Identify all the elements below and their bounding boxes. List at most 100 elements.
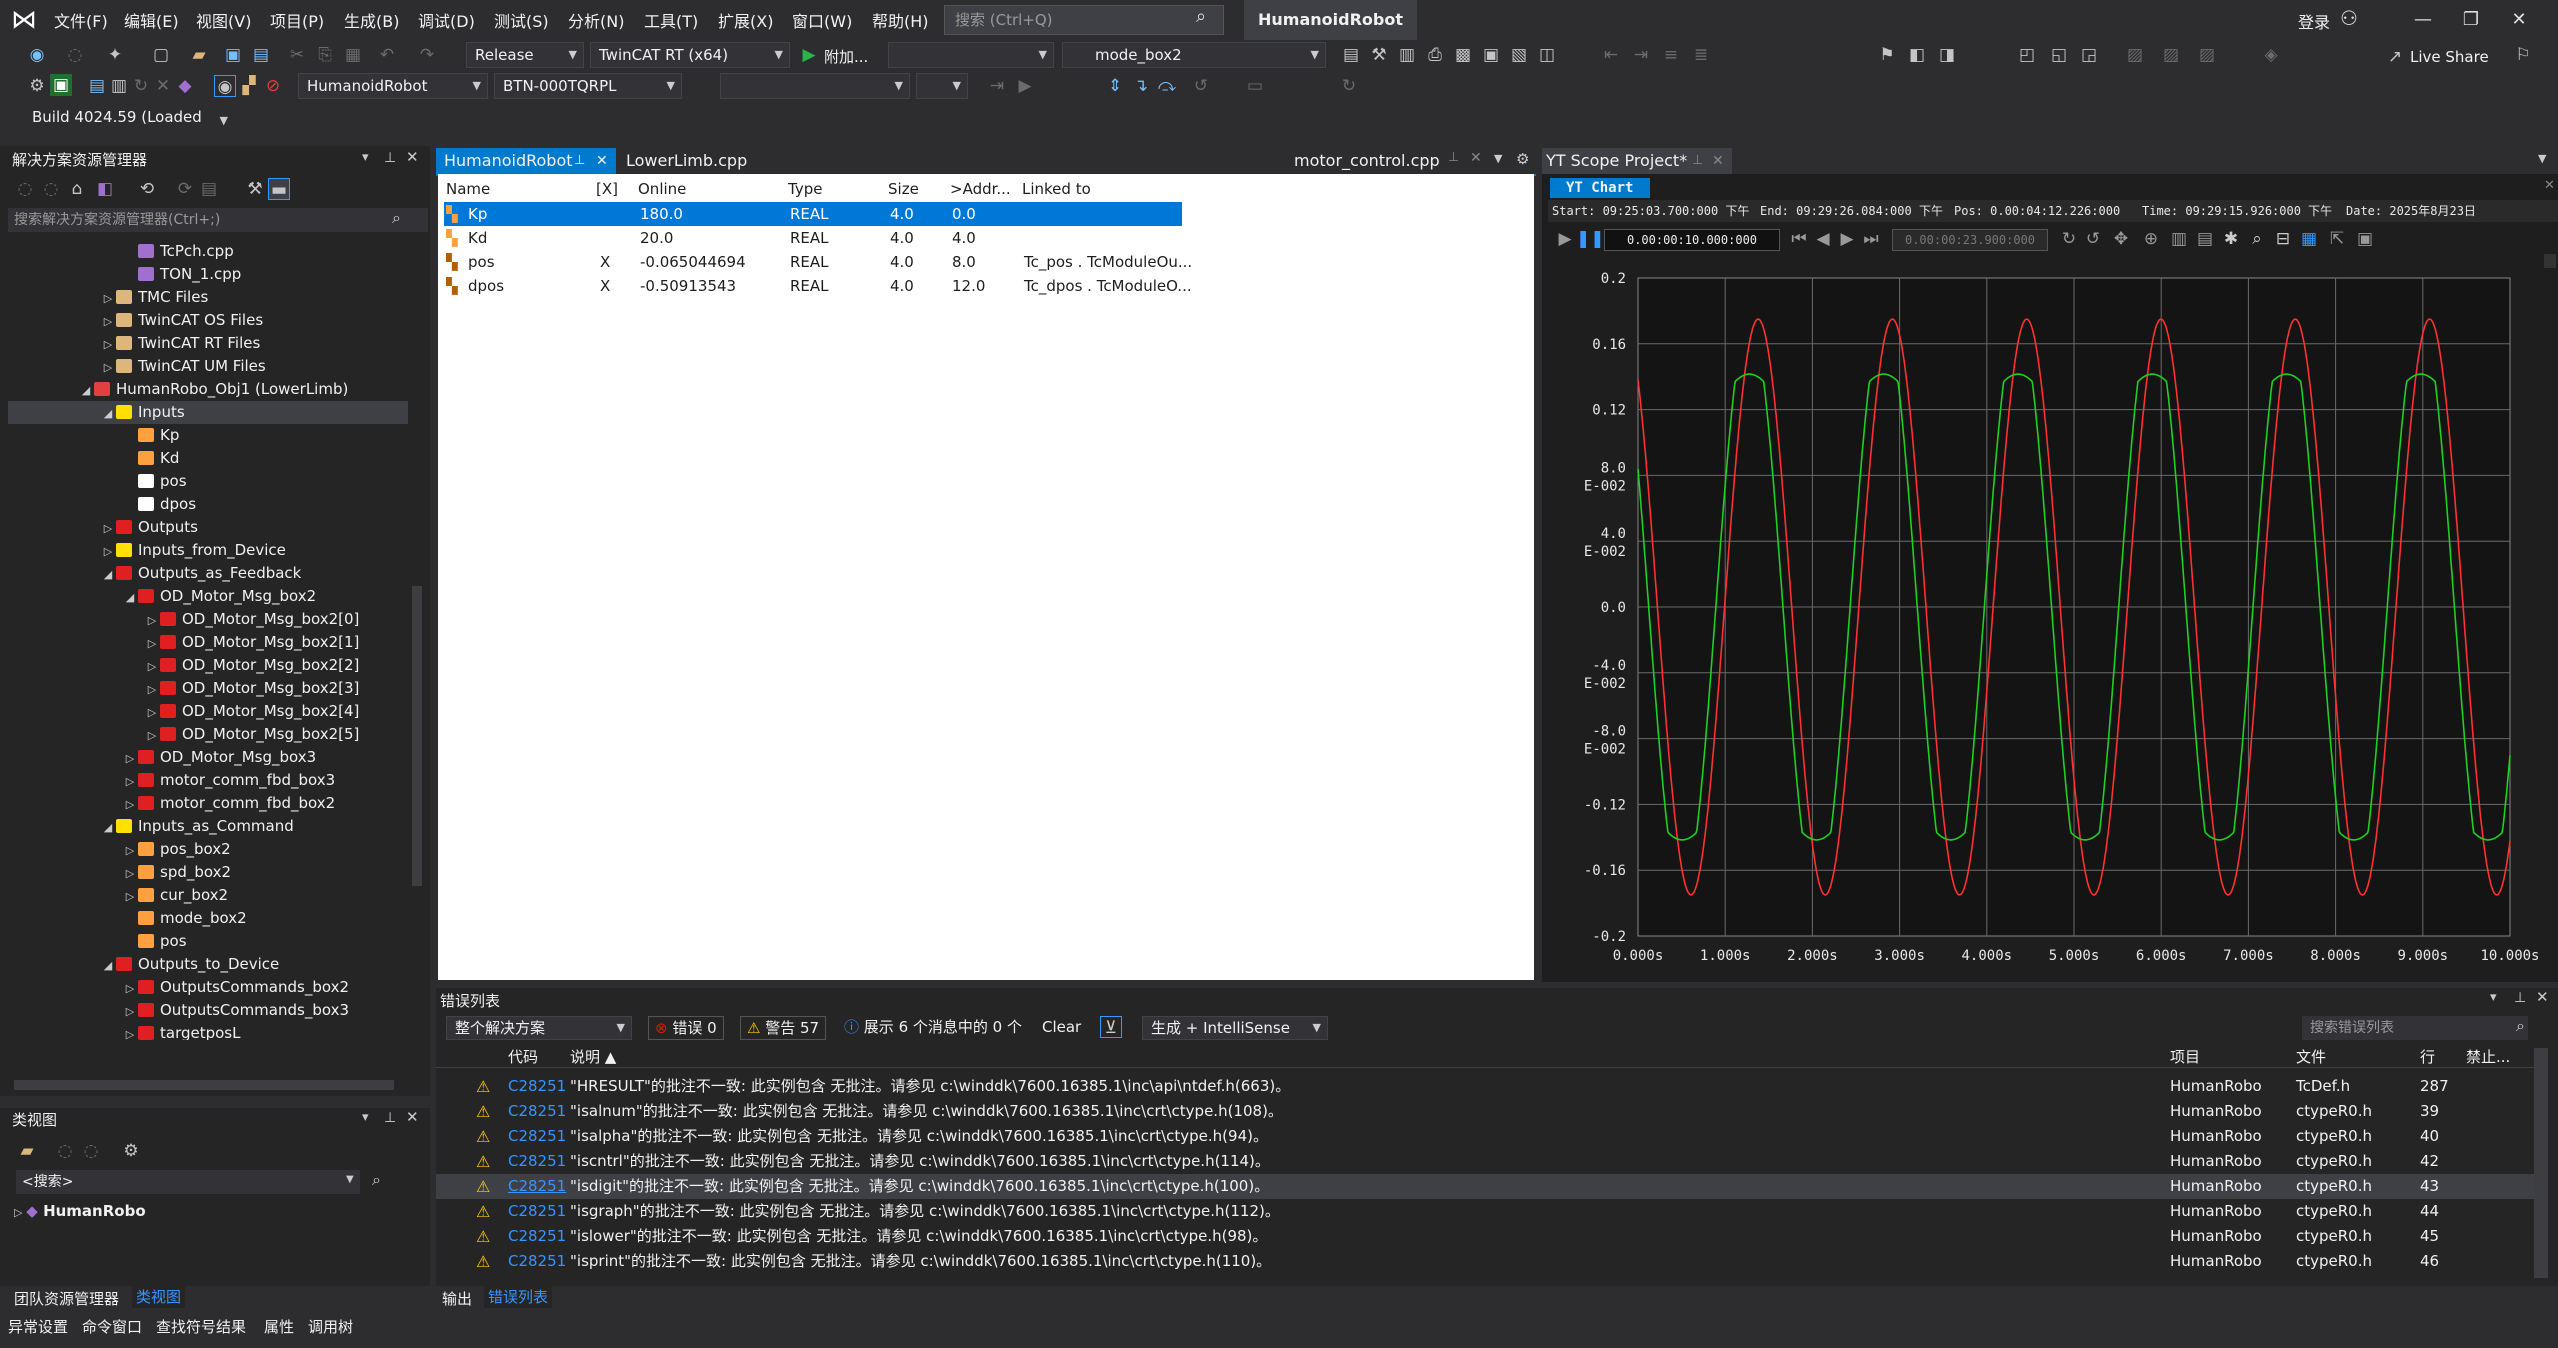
search-input[interactable]: 搜索 (Ctrl+Q) xyxy=(944,5,1224,35)
col-type-header[interactable]: Type xyxy=(788,180,822,198)
expand-icon[interactable]: ▷ xyxy=(100,310,116,333)
expand-icon[interactable]: ◢ xyxy=(122,586,138,609)
error-row[interactable]: ⚠ C28251 "iscntrl"的批注不一致: 此实例包含 无批注。请参见 c:… xyxy=(436,1149,2540,1174)
expand-icon[interactable]: ▷ xyxy=(144,678,160,701)
expand-icon[interactable]: ◢ xyxy=(100,816,116,839)
tree-item[interactable]: ▷ OD_Motor_Msg_box2[4] xyxy=(8,700,408,723)
class-root-item[interactable]: ▷ ◆ HumanRobo xyxy=(14,1202,146,1220)
scope-prev-icon[interactable]: ◀ xyxy=(1812,228,1834,250)
tab-yt-scope[interactable]: YT Scope Project* ⊥ ✕ xyxy=(1542,148,1732,174)
tab-humanoidrobot[interactable]: HumanoidRobot ⊥ ✕ xyxy=(436,148,616,174)
col-addr-header[interactable]: >Addr... xyxy=(950,180,1011,198)
config-icon[interactable]: ▣ xyxy=(1480,44,1502,66)
expand-icon[interactable]: ▷ xyxy=(122,1000,138,1023)
choose-target-icon[interactable]: ▥ xyxy=(108,75,130,97)
copy-icon[interactable]: ⎘ xyxy=(314,44,336,66)
view-icon[interactable]: ◫ xyxy=(1536,44,1558,66)
tree-item[interactable]: ▷ OD_Motor_Msg_box2[3] xyxy=(8,677,408,700)
error-scope-combo[interactable]: 整个解决方案 ▼ xyxy=(446,1016,632,1040)
expand-icon[interactable]: ▷ xyxy=(122,839,138,862)
collapse-all-icon[interactable]: ▤ xyxy=(198,178,220,200)
error-row[interactable]: ⚠ C28251 "isprint"的批注不一致: 此实例包含 无批注。请参见 c:… xyxy=(436,1249,2540,1274)
tree-item[interactable]: dpos xyxy=(8,493,408,516)
col-size-header[interactable]: Size xyxy=(888,180,919,198)
menu-item[interactable]: 窗口(W) xyxy=(792,8,852,32)
tree-item[interactable]: ▷ pos_box2 xyxy=(8,838,408,861)
error-search-input[interactable]: 搜索错误列表 xyxy=(2302,1016,2528,1040)
start-icon[interactable]: ▶ xyxy=(798,44,820,66)
prev-bookmark-icon[interactable]: ◧ xyxy=(1906,44,1928,66)
expand-icon[interactable]: ◢ xyxy=(100,954,116,977)
col-line[interactable]: 行 xyxy=(2420,1046,2435,1068)
tree-item[interactable]: ▷ spd_box2 xyxy=(8,861,408,884)
target-icon[interactable]: ▩ xyxy=(1452,44,1474,66)
build-combo[interactable]: Build 4024.59 (Loaded ▼ xyxy=(24,105,228,131)
menu-item[interactable]: 分析(N) xyxy=(568,8,624,32)
menu-item[interactable]: 编辑(E) xyxy=(124,8,179,32)
tree-item[interactable]: ◢ OD_Motor_Msg_box2 xyxy=(8,585,408,608)
expand-icon[interactable]: ▷ xyxy=(144,609,160,632)
misc-icon[interactable]: ◈ xyxy=(2260,44,2282,66)
save-icon[interactable]: ▣ xyxy=(222,44,244,66)
tree-item[interactable]: ▷ cur_box2 xyxy=(8,884,408,907)
wrench-icon[interactable]: ⚒ xyxy=(1368,44,1390,66)
login-link[interactable]: 登录 xyxy=(2298,9,2330,33)
class-close-icon[interactable]: ✕ xyxy=(406,1108,419,1126)
scope-align-icon[interactable]: ▥ xyxy=(2168,228,2190,250)
tree-item[interactable]: ▷ TMC Files xyxy=(8,286,408,309)
tree-item[interactable]: ◢ Outputs_to_Device xyxy=(8,953,408,976)
tree-item[interactable]: ▷ OD_Motor_Msg_box2[1] xyxy=(8,631,408,654)
exception-settings-tab[interactable]: 异常设置 xyxy=(8,1316,68,1337)
tree-item[interactable]: TcPch.cpp xyxy=(8,240,408,263)
yt-chart-tab[interactable]: YT Chart xyxy=(1550,178,1650,198)
variable-row[interactable]: ▚ pos X -0.065044694 REAL 4.0 8.0 Tc_pos . TcMo… xyxy=(444,250,1640,274)
scope-pan-icon[interactable]: ✥ xyxy=(2110,228,2132,250)
col-linked-header[interactable]: Linked to xyxy=(1022,180,1091,198)
build-source-combo[interactable]: 生成 + IntelliSense ▼ xyxy=(1142,1016,1328,1040)
expand-icon[interactable]: ▷ xyxy=(122,885,138,908)
comment-icon[interactable]: ≡ xyxy=(1660,44,1682,66)
expand-icon[interactable]: ◢ xyxy=(78,379,94,402)
tree-item[interactable]: ◢ Inputs_as_Command xyxy=(8,815,408,838)
col-desc[interactable]: 说明 ▲ xyxy=(570,1046,616,1068)
tree-item[interactable]: Kp xyxy=(8,424,408,447)
tree-item[interactable]: ▷ TwinCAT OS Files xyxy=(8,309,408,332)
command-window-tab[interactable]: 命令窗口 xyxy=(82,1316,142,1337)
properties-tab[interactable]: 属性 xyxy=(264,1316,294,1337)
error-row[interactable]: ⚠ C28251 "isalpha"的批注不一致: 此实例包含 无批注。请参见 c:… xyxy=(436,1124,2540,1149)
scope-x-icon[interactable]: ✕ xyxy=(2544,178,2555,193)
col-online-header[interactable]: Online xyxy=(638,180,686,198)
variable-row[interactable]: ▚ Kp 180.0 REAL 4.0 0.0 xyxy=(444,202,1182,226)
panel-dropdown-icon[interactable]: ▾ xyxy=(362,150,369,165)
step-icon[interactable]: ⇕ xyxy=(1104,75,1126,97)
refresh-icon[interactable]: ↻ xyxy=(1338,75,1360,97)
tree-item[interactable]: ◢ HumanRobo_Obj1 (LowerLimb) xyxy=(8,378,408,401)
config-mode-icon[interactable]: ◉ xyxy=(214,75,236,97)
error-row[interactable]: ⚠ C28251 "islower"的批注不一致: 此实例包含 无批注。请参见 c:… xyxy=(436,1224,2540,1249)
show-online-icon[interactable]: ◆ xyxy=(174,75,196,97)
tree-scrollbar[interactable] xyxy=(412,586,422,886)
tree-item[interactable]: ▷ OutputsCommands_box3 xyxy=(8,999,408,1022)
col-name-header[interactable]: Name xyxy=(446,180,490,198)
scope-play-icon[interactable]: ▶ xyxy=(1554,228,1576,250)
error-code[interactable]: C28251 xyxy=(508,1099,566,1124)
printer-icon[interactable]: ⎙ xyxy=(1424,44,1446,66)
expand-icon[interactable]: ◢ xyxy=(100,563,116,586)
target-combo[interactable]: BTN-000TQRPL ▼ xyxy=(494,73,682,99)
add-item-icon[interactable]: ▢ xyxy=(150,44,172,66)
expand-icon[interactable]: ▷ xyxy=(122,770,138,793)
close-panel-icon[interactable]: ✕ xyxy=(406,148,419,166)
map-icon[interactable]: ▞ xyxy=(238,75,260,97)
class-pin-icon[interactable]: ⊥ xyxy=(384,1110,396,1126)
scope-trigger-icon[interactable]: ▦ xyxy=(2298,228,2320,250)
tab-overflow-icon[interactable]: ▼ xyxy=(1494,152,1502,165)
save-all-icon[interactable]: ▤ xyxy=(250,44,272,66)
error-code[interactable]: C28251 xyxy=(508,1074,566,1099)
expand-icon[interactable]: ▷ xyxy=(122,793,138,816)
tree-item[interactable]: ▷ OD_Motor_Msg_box2[0] xyxy=(8,608,408,631)
expand-icon[interactable]: ▷ xyxy=(122,747,138,770)
switch-views-icon[interactable]: ◧ xyxy=(94,178,116,200)
class-settings-icon[interactable]: ⚙ xyxy=(120,1140,142,1162)
team-explorer-tab[interactable]: 团队资源管理器 xyxy=(14,1288,119,1309)
forward-icon[interactable]: ◌ xyxy=(64,44,86,66)
